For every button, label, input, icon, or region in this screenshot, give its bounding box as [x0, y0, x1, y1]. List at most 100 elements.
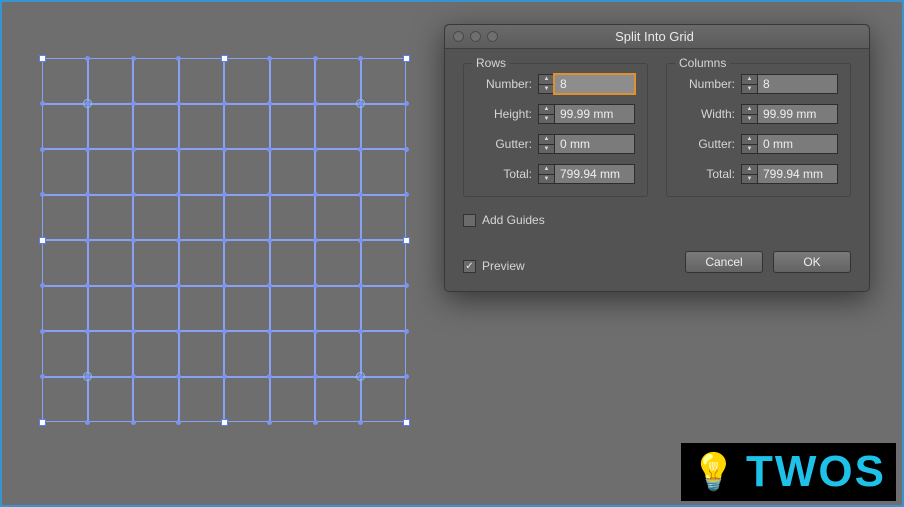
grid-cell[interactable]: [270, 195, 316, 241]
grid-cell[interactable]: [315, 240, 361, 286]
grid-cell[interactable]: [179, 286, 225, 332]
grid-cell[interactable]: [42, 240, 88, 286]
grid-cell[interactable]: [224, 195, 270, 241]
grid-cell[interactable]: [270, 149, 316, 195]
grid-cell[interactable]: [42, 331, 88, 377]
grid-cell[interactable]: [42, 58, 88, 104]
add-guides-checkbox[interactable]: [463, 214, 476, 227]
columns-gutter-input[interactable]: 0 mm: [757, 134, 838, 154]
grid-cell[interactable]: [88, 104, 134, 150]
grid-cell[interactable]: [270, 58, 316, 104]
grid-cell[interactable]: [179, 58, 225, 104]
selection-handle-icon[interactable]: [39, 55, 46, 62]
grid-cell[interactable]: [42, 286, 88, 332]
zoom-icon[interactable]: [487, 31, 498, 42]
grid-cell[interactable]: [179, 377, 225, 423]
grid-cell[interactable]: [315, 58, 361, 104]
grid-cell[interactable]: [88, 331, 134, 377]
grid-cell[interactable]: [361, 377, 407, 423]
rows-number-stepper[interactable]: ▲▼: [538, 74, 554, 94]
grid-cell[interactable]: [88, 149, 134, 195]
grid-cell[interactable]: [361, 240, 407, 286]
selection-handle-icon[interactable]: [403, 419, 410, 426]
columns-number-stepper[interactable]: ▲▼: [741, 74, 757, 94]
selection-handle-icon[interactable]: [403, 237, 410, 244]
grid-cell[interactable]: [315, 149, 361, 195]
grid-cell[interactable]: [133, 149, 179, 195]
grid-cell[interactable]: [361, 58, 407, 104]
columns-total-stepper[interactable]: ▲▼: [741, 164, 757, 184]
grid-cell[interactable]: [133, 331, 179, 377]
grid-cell[interactable]: [133, 286, 179, 332]
grid-cell[interactable]: [270, 377, 316, 423]
minimize-icon[interactable]: [470, 31, 481, 42]
cancel-button[interactable]: Cancel: [685, 251, 763, 273]
columns-total-input[interactable]: 799.94 mm: [757, 164, 838, 184]
grid-cell[interactable]: [270, 286, 316, 332]
grid-cell[interactable]: [315, 195, 361, 241]
selection-handle-icon[interactable]: [403, 55, 410, 62]
columns-number-input[interactable]: 8: [757, 74, 838, 94]
grid-cell[interactable]: [179, 240, 225, 286]
columns-gutter-stepper[interactable]: ▲▼: [741, 134, 757, 154]
grid-cell[interactable]: [270, 331, 316, 377]
grid-cell[interactable]: [224, 58, 270, 104]
grid-cell[interactable]: [361, 331, 407, 377]
rows-total-stepper[interactable]: ▲▼: [538, 164, 554, 184]
rotate-handle-icon[interactable]: [356, 99, 365, 108]
grid-cell[interactable]: [133, 240, 179, 286]
grid-cell[interactable]: [224, 286, 270, 332]
grid-cell[interactable]: [179, 331, 225, 377]
rotate-handle-icon[interactable]: [356, 372, 365, 381]
grid-cell[interactable]: [361, 195, 407, 241]
grid-cell[interactable]: [42, 195, 88, 241]
ok-button[interactable]: OK: [773, 251, 851, 273]
grid-cell[interactable]: [361, 149, 407, 195]
grid-cell[interactable]: [315, 286, 361, 332]
grid-cell[interactable]: [179, 149, 225, 195]
rotate-handle-icon[interactable]: [83, 372, 92, 381]
grid-cell[interactable]: [224, 149, 270, 195]
selection-handle-icon[interactable]: [39, 419, 46, 426]
grid-cell[interactable]: [224, 377, 270, 423]
grid-cell[interactable]: [88, 377, 134, 423]
grid-cell[interactable]: [270, 104, 316, 150]
grid-cell[interactable]: [315, 377, 361, 423]
columns-width-input[interactable]: 99.99 mm: [757, 104, 838, 124]
selection-handle-icon[interactable]: [221, 419, 228, 426]
selection-handle-icon[interactable]: [221, 55, 228, 62]
rows-number-input[interactable]: 8: [554, 74, 635, 94]
grid-cell[interactable]: [88, 286, 134, 332]
grid-cell[interactable]: [133, 58, 179, 104]
dialog-titlebar[interactable]: Split Into Grid: [445, 25, 869, 49]
grid-cell[interactable]: [224, 331, 270, 377]
grid-cell[interactable]: [179, 104, 225, 150]
grid-cell[interactable]: [42, 377, 88, 423]
grid-cell[interactable]: [42, 104, 88, 150]
grid-cell[interactable]: [179, 195, 225, 241]
rows-total-input[interactable]: 799.94 mm: [554, 164, 635, 184]
grid-cell[interactable]: [88, 195, 134, 241]
grid-cell[interactable]: [133, 377, 179, 423]
grid-cell[interactable]: [133, 104, 179, 150]
grid-cell[interactable]: [133, 195, 179, 241]
grid-cell[interactable]: [42, 149, 88, 195]
rows-height-stepper[interactable]: ▲▼: [538, 104, 554, 124]
rotate-handle-icon[interactable]: [83, 99, 92, 108]
close-icon[interactable]: [453, 31, 464, 42]
grid-cell[interactable]: [361, 286, 407, 332]
grid-cell[interactable]: [315, 104, 361, 150]
rows-height-input[interactable]: 99.99 mm: [554, 104, 635, 124]
rows-gutter-stepper[interactable]: ▲▼: [538, 134, 554, 154]
grid-cell[interactable]: [224, 240, 270, 286]
grid-cell[interactable]: [88, 58, 134, 104]
grid-cell[interactable]: [315, 331, 361, 377]
columns-width-stepper[interactable]: ▲▼: [741, 104, 757, 124]
rows-gutter-input[interactable]: 0 mm: [554, 134, 635, 154]
grid-cell[interactable]: [88, 240, 134, 286]
grid-cell[interactable]: [270, 240, 316, 286]
preview-checkbox[interactable]: ✓: [463, 260, 476, 273]
grid-cell[interactable]: [361, 104, 407, 150]
grid-cell[interactable]: [224, 104, 270, 150]
selection-handle-icon[interactable]: [39, 237, 46, 244]
